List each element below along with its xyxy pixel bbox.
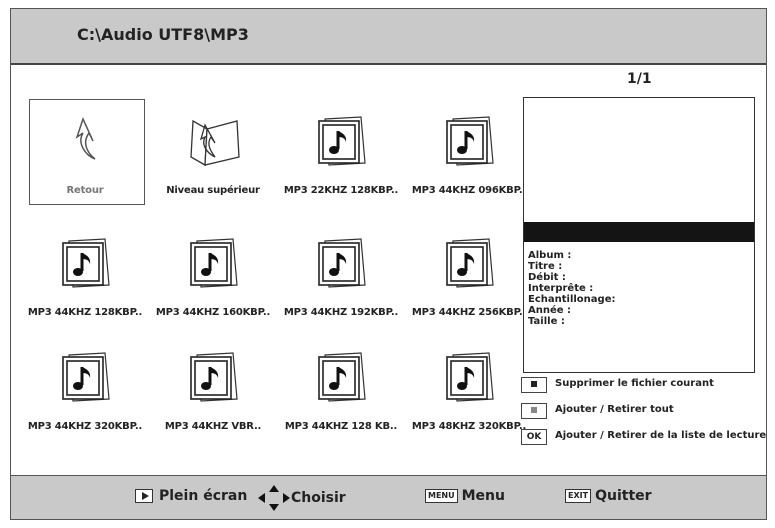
file-tile[interactable]: MP3 44KHZ 096KBP.. [405,99,533,217]
menu-key-icon: MENU [425,489,458,503]
play-icon [135,489,153,503]
info-bitrate: Débit : [528,272,566,283]
info-album: Album : [528,250,572,261]
music-file-icon [446,238,494,288]
file-label: MP3 44KHZ 128 KB.. [284,421,398,432]
info-artist: Interprête : [528,283,594,294]
file-tile-parent-folder[interactable]: Niveau supérieur [149,99,277,217]
music-file-icon [190,238,238,288]
file-label: MP3 44KHZ 128KBP.. [27,307,143,318]
footer-menu[interactable]: MENU Menu [425,488,505,508]
file-label: Niveau supérieur [166,185,260,196]
footer-quit[interactable]: EXIT Quitter [565,488,652,508]
music-file-icon [446,352,494,402]
file-tile[interactable]: MP3 44KHZ 128KBP.. [21,221,149,339]
header-bar: C:\Audio UTF8\MP3 [11,9,766,65]
fullscreen-label: Plein écran [159,488,248,504]
file-label: MP3 44KHZ 256KBP.. [411,307,527,318]
quit-label: Quitter [595,488,652,504]
music-file-icon [62,238,110,288]
legend-text: Ajouter / Retirer tout [555,404,674,415]
info-title: Titre : [528,261,563,272]
file-tile[interactable]: MP3 44KHZ 128 KB.. [277,335,405,453]
file-label: Retour [66,185,104,196]
file-label: MP3 44KHZ 320KBP.. [27,421,143,432]
file-tile[interactable]: MP3 22KHZ 128KBP.. [277,99,405,217]
file-tile[interactable]: MP3 48KHZ 320KBP.. [405,335,533,453]
folder-up-icon [190,119,240,167]
file-label: MP3 22KHZ 128KBP.. [283,185,399,196]
file-tile[interactable]: MP3 44KHZ 256KBP.. [405,221,533,339]
footer-bar: Plein écran Choisir MENU Menu EXIT Quitter [11,475,766,519]
cover-preview [524,98,754,222]
music-file-icon [318,238,366,288]
exit-key-icon: EXIT [565,489,592,503]
file-label: MP3 44KHZ 192KBP.. [283,307,399,318]
file-label: MP3 44KHZ VBR.. [164,421,262,432]
black-button-icon [521,377,547,393]
legend-text: Ajouter / Retirer de la liste de lecture [555,430,767,441]
grey-button-icon [521,403,547,419]
file-tile[interactable]: MP3 44KHZ 160KBP.. [149,221,277,339]
info-year: Année : [528,305,572,316]
music-file-icon [62,352,110,402]
ok-button-icon: OK [521,429,547,445]
page-indicator: 1/1 [627,71,652,87]
music-file-icon [318,352,366,402]
file-label: MP3 48KHZ 320KBP.. [411,421,527,432]
footer-fullscreen[interactable]: Plein écran [135,488,247,508]
file-info-panel: Album : Titre : Débit : Interprête : Ech… [523,97,755,373]
music-file-icon [318,116,366,166]
footer-choose[interactable]: Choisir [257,484,346,511]
selected-file-bar [524,222,754,242]
file-label: MP3 44KHZ 096KBP.. [411,185,527,196]
menu-label: Menu [461,488,505,504]
info-size: Taille : [528,316,565,327]
file-label: MP3 44KHZ 160KBP.. [155,307,271,318]
info-sampling: Echantillonage: [528,294,616,305]
file-tile[interactable]: MP3 44KHZ VBR.. [149,335,277,453]
file-tile-back[interactable]: Retour [21,99,149,217]
back-arrow-icon [75,116,96,160]
folder-path-title: C:\Audio UTF8\MP3 [77,25,249,44]
legend-text: Supprimer le fichier courant [555,378,714,389]
music-file-icon [190,352,238,402]
file-metadata-list: Album : Titre : Débit : Interprête : Ech… [528,250,616,327]
choose-label: Choisir [291,490,346,506]
file-tile[interactable]: MP3 44KHZ 320KBP.. [21,335,149,453]
media-browser-window: C:\Audio UTF8\MP3 1/1 Retour Niveau supé… [10,8,767,520]
dpad-arrows-icon [258,485,290,511]
music-file-icon [446,116,494,166]
file-tile[interactable]: MP3 44KHZ 192KBP.. [277,221,405,339]
